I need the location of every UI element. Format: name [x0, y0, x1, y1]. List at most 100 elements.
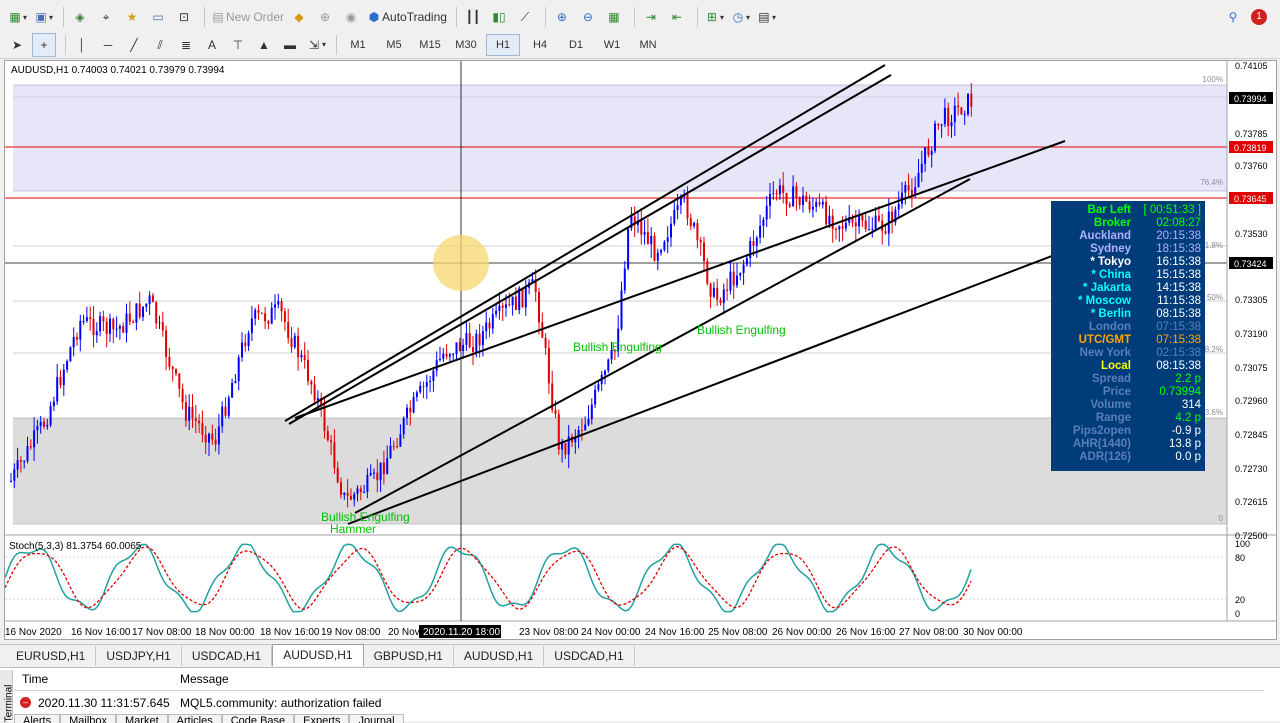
tile-windows-button[interactable]: ▦	[603, 6, 625, 28]
cursor-tool[interactable]: ➤	[6, 34, 28, 56]
chart-tab[interactable]: AUDUSD,H1	[454, 646, 545, 666]
chart-tab[interactable]: GBPUSD,H1	[364, 646, 454, 666]
navigator-button[interactable]: ★	[121, 6, 143, 28]
candle-body	[868, 229, 870, 231]
line-chart-button[interactable]: ⟋	[514, 6, 536, 28]
data-window-button[interactable]: ⌖	[95, 6, 117, 28]
timeframe-mn[interactable]: MN	[632, 35, 664, 55]
market-watch-button[interactable]: ◈	[69, 6, 91, 28]
terminal-tab-articles[interactable]: Articles	[167, 714, 222, 723]
trendline-tool[interactable]: ╱	[123, 34, 145, 56]
timeframe-m30[interactable]: M30	[450, 35, 482, 55]
info-label: AHR(1440)	[1072, 438, 1131, 450]
candle-body	[650, 236, 653, 245]
rectangle-tool[interactable]: ▬	[279, 34, 301, 56]
candle-body	[412, 396, 415, 413]
notifications-button[interactable]: 1	[1248, 6, 1270, 28]
candle-body	[491, 314, 494, 329]
candlestick-button[interactable]: ▮▯	[488, 6, 510, 28]
vps-button[interactable]: ◉	[340, 6, 362, 28]
price-chart[interactable]: 100% 76.4% 61.8% 50% 38.2% 23.6% 0 Bullish Engu…	[4, 60, 1277, 640]
timeframe-h4[interactable]: H4	[524, 35, 556, 55]
timeframe-d1[interactable]: D1	[560, 35, 592, 55]
terminal-tab-mailbox[interactable]: Mailbox	[60, 714, 117, 723]
candle-body	[181, 388, 184, 403]
periods-button[interactable]: ◷ ▾	[729, 6, 751, 28]
candle-body	[198, 420, 201, 424]
time-axis-label: 16 Nov 2020	[5, 627, 62, 638]
col-message[interactable]: Message	[180, 668, 229, 690]
candle-body	[346, 492, 349, 496]
profiles-button[interactable]: ▣ ▾	[32, 6, 54, 28]
terminal-tab-journal[interactable]: Journal	[349, 714, 404, 723]
candle-body	[208, 433, 210, 443]
signals-button[interactable]: ⊕	[314, 6, 336, 28]
candle-body	[564, 442, 567, 455]
journal-row[interactable]: – 2020.11.30 11:31:57.645 MQL5.community…	[14, 694, 1264, 712]
chart-tab[interactable]: AUDUSD,H1	[272, 644, 364, 666]
candle-body	[511, 296, 514, 306]
candle-body	[396, 446, 399, 448]
info-row: * China 15:15:38	[1055, 269, 1201, 282]
bar-chart-icon: ┃┃	[465, 10, 481, 24]
terminal-tab-market[interactable]: Market	[116, 714, 168, 723]
new-chart-button[interactable]: ▦ ▾	[6, 6, 28, 28]
info-label: Auckland	[1079, 230, 1131, 242]
info-row: ADR(126) 0.0 p	[1055, 451, 1201, 464]
arrows-tool[interactable]: ⇲ ▾	[305, 34, 327, 56]
stoch-axis-label: 80	[1235, 553, 1245, 563]
candle-body	[56, 376, 59, 402]
info-label: * Moscow	[1077, 295, 1131, 307]
candle-body	[745, 258, 748, 265]
chart-tab[interactable]: USDCAD,H1	[544, 646, 635, 666]
candle-body	[696, 223, 699, 241]
triangle-icon: ▲	[258, 37, 270, 52]
candle-body	[775, 192, 778, 195]
chart-tab[interactable]: USDJPY,H1	[96, 646, 182, 666]
zoom-out-button[interactable]: ⊖	[577, 6, 599, 28]
candle-body	[343, 492, 346, 495]
terminal-button[interactable]: ▭	[147, 6, 169, 28]
autoscroll-button[interactable]: ⇤	[666, 6, 688, 28]
candle-body	[132, 321, 135, 323]
vertical-line-tool[interactable]: │	[71, 34, 93, 56]
info-label: Local	[1100, 360, 1131, 372]
horizontal-line-tool[interactable]: ─	[97, 34, 119, 56]
crosshair-tool[interactable]: +	[32, 32, 56, 57]
text-label-tool[interactable]: ⊤	[227, 34, 249, 56]
timeframe-m1[interactable]: M1	[342, 35, 374, 55]
timeframe-h1[interactable]: H1	[486, 33, 520, 56]
search-button[interactable]: ⚲	[1222, 6, 1244, 28]
journal-row-message: MQL5.community: authorization failed	[180, 696, 382, 710]
timeframe-m5[interactable]: M5	[378, 35, 410, 55]
terminal-tab-alerts[interactable]: Alerts	[14, 714, 61, 723]
info-row: Sydney 18:15:38	[1055, 243, 1201, 256]
templates-button[interactable]: ▤ ▾	[755, 6, 777, 28]
candle-body	[884, 231, 887, 234]
channel-tool[interactable]: ⫽	[149, 34, 171, 56]
metaeditor-button[interactable]: ◆	[288, 6, 310, 28]
terminal-tab-experts[interactable]: Experts	[294, 714, 350, 723]
candle-body	[488, 322, 491, 329]
cursor-highlight	[433, 235, 489, 291]
timeframe-w1[interactable]: W1	[596, 35, 628, 55]
time-axis-label: 25 Nov 08:00	[708, 627, 768, 638]
triangle-tool[interactable]: ▲	[253, 34, 275, 56]
tester-button[interactable]: ⊡	[173, 6, 195, 28]
candle-body	[844, 222, 847, 229]
col-time[interactable]: Time	[22, 668, 48, 690]
chart-shift-button[interactable]: ⇥	[640, 6, 662, 28]
chart-tab[interactable]: USDCAD,H1	[182, 646, 273, 666]
new-order-button[interactable]: ▤ New Order	[210, 6, 284, 28]
chart-tab[interactable]: EURUSD,H1	[6, 646, 97, 666]
bar-chart-button[interactable]: ┃┃	[462, 6, 484, 28]
zoom-in-button[interactable]: ⊕	[551, 6, 573, 28]
text-tool[interactable]: A	[201, 34, 223, 56]
fibonacci-tool[interactable]: ≣	[175, 34, 197, 56]
autotrading-button[interactable]: ⬢ AutoTrading	[366, 6, 447, 28]
terminal-tab-code-base[interactable]: Code Base	[221, 714, 295, 723]
new-chart-icon: ▦	[9, 10, 21, 24]
text-icon: A	[207, 37, 216, 52]
indicators-button[interactable]: ⊞ ▾	[703, 6, 725, 28]
timeframe-m15[interactable]: M15	[414, 35, 446, 55]
